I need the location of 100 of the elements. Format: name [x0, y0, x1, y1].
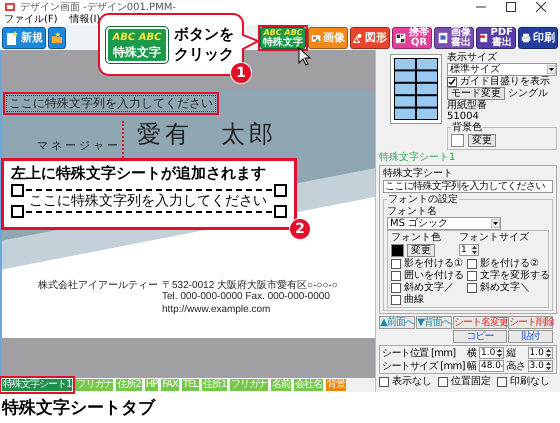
menu-item[interactable]: ファイル(F) — [4, 14, 58, 25]
mode-text: シングル — [508, 88, 548, 99]
panel-button[interactable]: ▼背面へ — [416, 316, 452, 329]
text-field[interactable]: ここに特殊文字列を入力してください — [383, 180, 553, 193]
field-label: フォント色 — [391, 232, 441, 243]
spin-field[interactable]: 1.0 — [528, 347, 553, 359]
group-label: フォントの設定 — [387, 194, 459, 205]
checkbox-label: ガイド目盛りを表示 — [460, 76, 550, 87]
paper-number: 51004 — [447, 111, 480, 122]
caption-text: 特殊文字シートタブ — [0, 397, 157, 420]
toolbar-button[interactable]: ABC ABC 特殊文字 — [260, 26, 306, 48]
sheet-text: ここに特殊文字列を入力してください — [29, 192, 267, 210]
close-icon[interactable] — [536, 2, 546, 12]
highlight-frame — [258, 24, 308, 50]
qr-code-icon — [395, 30, 407, 44]
field-label: シートサイズ [mm] — [382, 360, 466, 372]
text-sheet[interactable]: ここに特殊文字列を入力してください — [6, 95, 216, 112]
spin-field[interactable]: 48.0 — [478, 360, 504, 372]
field-label: フォント名 — [387, 206, 438, 217]
checkbox-label: 位置固定 — [451, 376, 491, 387]
callout-text: ボタンを クリック — [174, 24, 234, 64]
checkbox-label: 表示なし — [392, 376, 432, 387]
checkbox-label: 斜め文字＼ — [480, 282, 530, 293]
resize-handle — [11, 205, 24, 218]
toolbar-button[interactable]: 図形 — [350, 26, 390, 48]
caret-icon — [491, 219, 500, 228]
panel-button[interactable]: シート名変更 — [453, 316, 507, 329]
field-label: フォントサイズ — [459, 232, 529, 243]
checkbox[interactable] — [391, 282, 401, 292]
toolbar-button[interactable]: 画像 — [308, 26, 348, 48]
dropdown[interactable]: 標準サイズ — [447, 63, 557, 76]
toolbar-button[interactable]: PDF 書出 — [476, 26, 516, 48]
checkbox[interactable] — [379, 376, 389, 386]
field-label: 特殊文字シート — [383, 168, 454, 179]
sheet-tab[interactable]: 特殊文字シート1 — [1, 378, 74, 392]
toolbar-button[interactable]: 印刷 — [518, 26, 558, 48]
mode-button[interactable]: モード変更 — [447, 87, 505, 100]
panel-button[interactable]: コピー — [453, 330, 507, 343]
spin-arrows-icon — [496, 348, 503, 358]
checkbox-label: 文字を変形する — [480, 270, 550, 281]
toolbar-button[interactable]: 新規 — [2, 26, 46, 48]
field-label: 用紙型番 — [447, 100, 488, 111]
maximize-icon[interactable] — [506, 2, 516, 12]
address-text: 〒532-0012 大阪府大阪市愛有区○-○○-○ — [162, 278, 338, 292]
spin-arrows-icon — [544, 348, 552, 358]
spin-field[interactable]: 3.0 — [528, 360, 553, 372]
caret-icon — [547, 65, 556, 74]
change-button[interactable]: 変更 — [407, 244, 435, 257]
group-label: 背景色 — [451, 122, 483, 133]
document-picture-icon — [437, 30, 449, 44]
field-label: シート位置 [mm] — [382, 348, 456, 358]
window-title: デザイン画面 -デザイン001.PMM- — [20, 1, 177, 14]
checkbox-label: 影を付ける① — [404, 258, 463, 269]
sheet-tab[interactable]: 背景 — [325, 378, 348, 392]
spin-arrows-icon — [471, 245, 478, 255]
checkbox[interactable] — [467, 270, 477, 280]
toolbar-button[interactable]: 携帯 QR — [392, 26, 432, 48]
spin-field[interactable]: 1.0 — [478, 347, 504, 359]
color-swatch — [391, 244, 404, 257]
field-label: 高さ — [506, 360, 526, 372]
checkbox[interactable] — [467, 258, 477, 268]
checkbox-label: 影を付ける② — [480, 258, 539, 269]
checkbox-label: 斜め文字／ — [404, 282, 454, 293]
job-title: マネージャー — [37, 138, 121, 153]
field-label: 幅 — [467, 360, 478, 372]
checkbox[interactable] — [391, 270, 401, 280]
checkbox[interactable] — [391, 258, 401, 268]
spin-field[interactable]: 1 — [459, 244, 479, 256]
url-text: http://www.example.com — [162, 304, 270, 315]
field-label: 表示サイズ — [447, 52, 498, 63]
shapes-icon — [353, 30, 363, 44]
toolbar-button[interactable] — [48, 26, 66, 48]
checkbox-label: 印刷なし — [510, 376, 550, 387]
checkbox[interactable] — [391, 294, 401, 304]
checkbox[interactable] — [497, 376, 507, 386]
resize-handle — [11, 184, 24, 197]
field-label: 縦 — [506, 348, 517, 358]
change-button[interactable]: 変更 — [468, 134, 496, 147]
panel-button[interactable]: シート削除 — [508, 316, 553, 329]
spin-arrows-icon — [544, 361, 552, 371]
checkbox[interactable] — [447, 76, 457, 86]
callout-text: 左上に特殊文字シートが追加されます — [11, 164, 267, 182]
panel-button[interactable]: ▲前面へ — [379, 316, 415, 329]
checkbox[interactable] — [438, 376, 448, 386]
person-name: 愛有 太郎 — [137, 120, 277, 148]
resize-handle — [274, 205, 287, 218]
dropdown[interactable]: MS ゴシック — [387, 217, 501, 230]
checkbox-label: 囲いを付ける — [404, 270, 464, 281]
company-name: 株式会社アイアールティー — [38, 278, 158, 292]
sheet-title: 特殊文字シート1 — [379, 151, 456, 164]
layout-preview-drawing — [391, 55, 441, 123]
checkbox[interactable] — [467, 282, 477, 292]
resize-handle — [274, 184, 287, 197]
printer-icon — [521, 30, 531, 44]
panel-button[interactable]: 貼付 — [508, 330, 553, 343]
cursor-icon — [298, 47, 311, 66]
toolbar-button[interactable]: 画像 書出 — [434, 26, 474, 48]
folder-star-icon — [51, 30, 63, 44]
color-swatch — [451, 134, 464, 147]
contact-text: Tel. 000-000-0000 Fax. 000-000-0000 — [162, 291, 330, 302]
